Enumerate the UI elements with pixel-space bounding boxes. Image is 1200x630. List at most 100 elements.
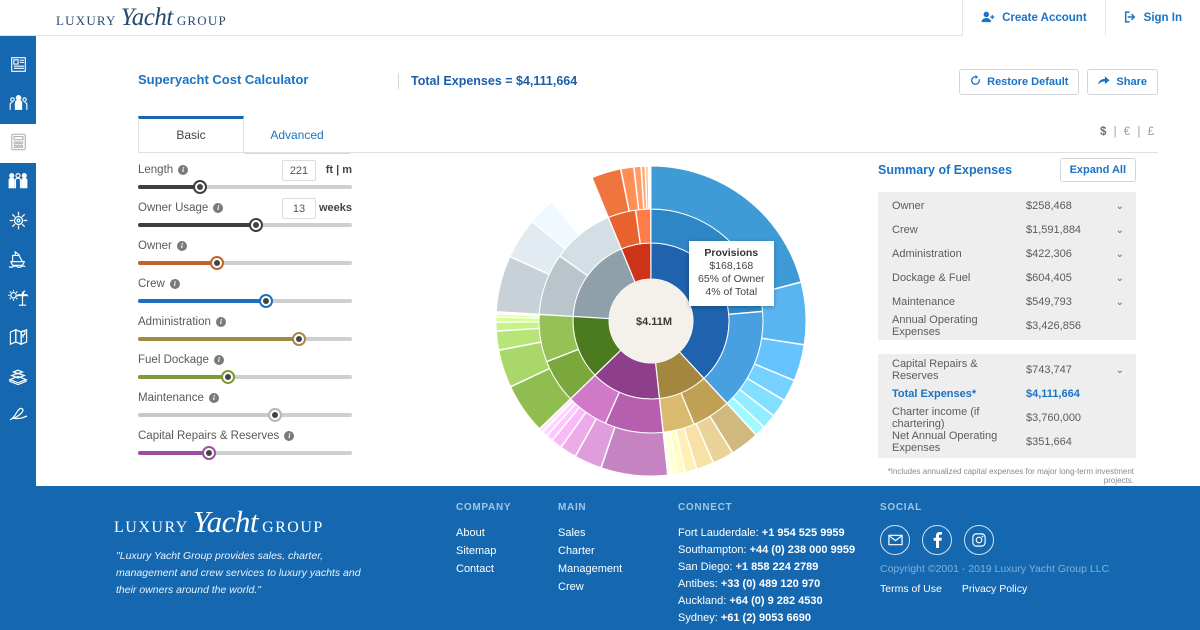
summary-row[interactable]: Owner$258,468⌄ <box>878 194 1136 218</box>
share-button[interactable]: Share <box>1087 69 1158 95</box>
crew-slider-track[interactable] <box>138 299 352 303</box>
summary-row[interactable]: Dockage & Fuel$604,405⌄ <box>878 266 1136 290</box>
footer-office-entry[interactable]: Antibes: +33 (0) 489 120 970 <box>678 578 855 590</box>
footer-logo-word-group: Group <box>262 519 324 537</box>
length-input[interactable]: 221 <box>282 160 316 181</box>
footer-office-entry[interactable]: Sydney: +61 (2) 9053 6690 <box>678 612 855 624</box>
slider-label-capital-repairs: Capital Repairs & Reserves <box>138 430 279 442</box>
footer-link-management[interactable]: Management <box>558 563 622 575</box>
administration-slider-track[interactable] <box>138 337 352 341</box>
info-icon[interactable]: i <box>214 355 224 365</box>
sidebar-item-calculator[interactable] <box>0 124 36 163</box>
tab-basic[interactable]: Basic <box>138 116 244 154</box>
owner-usage-input[interactable]: 13 <box>282 198 316 219</box>
sidebar-item-people[interactable] <box>0 85 36 124</box>
tab-advanced[interactable]: Advanced <box>244 116 350 154</box>
sign-in-button[interactable]: Sign In <box>1105 0 1200 36</box>
summary-row[interactable]: Maintenance$549,793⌄ <box>878 290 1136 314</box>
info-icon[interactable]: i <box>209 393 219 403</box>
footer-logo[interactable]: Luxury Yacht Group <box>114 504 324 540</box>
footer-office-entry[interactable]: Southampton: +44 (0) 238 000 9959 <box>678 544 855 556</box>
fuel-dockage-slider-track[interactable] <box>138 375 352 379</box>
administration-slider-thumb[interactable] <box>292 332 306 346</box>
chevron-down-icon[interactable]: ⌄ <box>1112 365 1124 376</box>
length-unit-toggle[interactable]: ft | m <box>326 164 352 176</box>
footer-office-entry[interactable]: San Diego: +1 858 224 2789 <box>678 561 855 573</box>
create-account-button[interactable]: Create Account <box>962 0 1105 36</box>
capital-repairs-slider-track[interactable] <box>138 451 352 455</box>
footer-link-privacy[interactable]: Privacy Policy <box>962 583 1027 595</box>
length-slider-track[interactable] <box>138 185 352 189</box>
sunburst-svg[interactable] <box>446 156 866 486</box>
currency-usd[interactable]: $ <box>1100 126 1108 138</box>
sidebar-item-map[interactable] <box>0 319 36 358</box>
summary-row-amount: $4,111,664 <box>1026 388 1112 400</box>
chevron-down-icon[interactable]: ⌄ <box>1112 273 1124 284</box>
footer-office-entry[interactable]: Fort Lauderdale: +1 954 525 9959 <box>678 527 855 539</box>
site-logo[interactable]: Luxury Yacht Group <box>56 4 227 32</box>
office-phone[interactable]: +61 (2) 9053 6690 <box>721 612 811 624</box>
sunburst-chart[interactable]: $4.11M Provisions $168,168 65% of Owner … <box>446 156 866 486</box>
footer-link-crew[interactable]: Crew <box>558 581 622 593</box>
owner-slider-thumb[interactable] <box>210 256 224 270</box>
yacht-icon <box>8 250 28 271</box>
office-phone[interactable]: +33 (0) 489 120 970 <box>721 578 820 590</box>
owner-usage-slider-thumb[interactable] <box>249 218 263 232</box>
info-icon[interactable]: i <box>177 241 187 251</box>
currency-eur[interactable]: € <box>1124 126 1132 138</box>
instagram-icon[interactable] <box>964 525 994 555</box>
sidebar-item-crew[interactable] <box>0 163 36 202</box>
sidebar-item-management[interactable] <box>0 202 36 241</box>
footer-office-entry[interactable]: Auckland: +64 (0) 9 282 4530 <box>678 595 855 607</box>
tooltip-pct-total: 4% of Total <box>698 286 765 299</box>
currency-selector[interactable]: $ | € | £ <box>1100 126 1156 138</box>
map-icon <box>9 328 28 349</box>
length-slider-thumb[interactable] <box>193 180 207 194</box>
office-phone[interactable]: +1 954 525 9959 <box>762 527 845 539</box>
maintenance-slider-track[interactable] <box>138 413 352 417</box>
info-icon[interactable]: i <box>170 279 180 289</box>
info-icon[interactable]: i <box>284 431 294 441</box>
summary-row[interactable]: Capital Repairs & Reserves$743,747⌄ <box>878 358 1136 382</box>
summary-row[interactable]: Crew$1,591,884⌄ <box>878 218 1136 242</box>
office-phone[interactable]: +64 (0) 9 282 4530 <box>729 595 822 607</box>
capital-repairs-slider-thumb[interactable] <box>202 446 216 460</box>
email-icon[interactable] <box>880 525 910 555</box>
sidebar-item-destinations[interactable] <box>0 280 36 319</box>
expand-all-button[interactable]: Expand All <box>1060 158 1136 182</box>
facebook-icon[interactable] <box>922 525 952 555</box>
restore-default-button[interactable]: Restore Default <box>959 69 1079 95</box>
fuel-dockage-slider-thumb[interactable] <box>221 370 235 384</box>
footer-heading-connect: CONNECT <box>678 502 855 513</box>
office-phone[interactable]: +1 858 224 2789 <box>735 561 818 573</box>
office-phone[interactable]: +44 (0) 238 000 9959 <box>750 544 856 556</box>
sidebar-item-listing[interactable] <box>0 46 36 85</box>
sidebar-item-resources[interactable] <box>0 358 36 397</box>
sidebar-item-yachts[interactable] <box>0 241 36 280</box>
footer-link-charter[interactable]: Charter <box>558 545 622 557</box>
slider-row-crew: Crew i <box>138 278 352 303</box>
info-icon[interactable]: i <box>216 317 226 327</box>
chevron-down-icon[interactable]: ⌄ <box>1112 225 1124 236</box>
info-icon[interactable]: i <box>178 165 188 175</box>
maintenance-slider-thumb[interactable] <box>268 408 282 422</box>
footer-link-sitemap[interactable]: Sitemap <box>456 545 511 557</box>
slider-label-administration: Administration <box>138 316 211 328</box>
office-city: Fort Lauderdale: <box>678 527 762 539</box>
tooltip-title: Provisions <box>698 247 765 260</box>
owner-usage-slider-track[interactable] <box>138 223 352 227</box>
currency-gbp[interactable]: £ <box>1148 126 1156 138</box>
footer-link-contact[interactable]: Contact <box>456 563 511 575</box>
chevron-down-icon[interactable]: ⌄ <box>1112 249 1124 260</box>
chevron-down-icon[interactable]: ⌄ <box>1112 201 1124 212</box>
footer-link-sales[interactable]: Sales <box>558 527 622 539</box>
slider-row-administration: Administration i <box>138 316 352 341</box>
footer-link-terms[interactable]: Terms of Use <box>880 583 942 595</box>
chevron-down-icon[interactable]: ⌄ <box>1112 297 1124 308</box>
sidebar-item-sign[interactable] <box>0 397 36 436</box>
info-icon[interactable]: i <box>213 203 223 213</box>
owner-slider-track[interactable] <box>138 261 352 265</box>
footer-link-about[interactable]: About <box>456 527 511 539</box>
summary-row[interactable]: Administration$422,306⌄ <box>878 242 1136 266</box>
crew-slider-thumb[interactable] <box>259 294 273 308</box>
